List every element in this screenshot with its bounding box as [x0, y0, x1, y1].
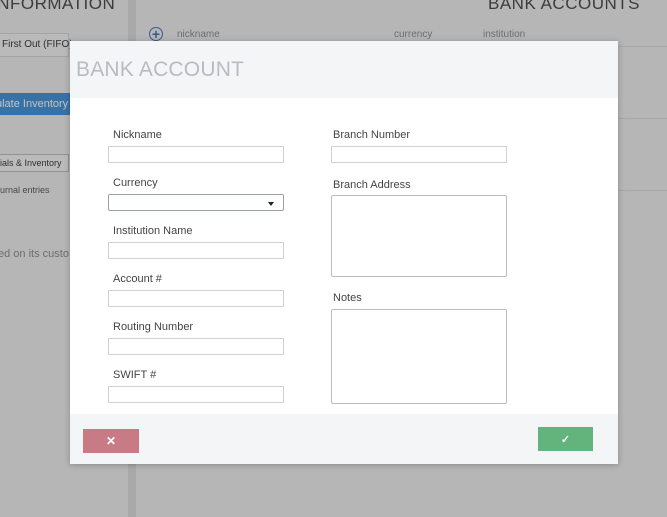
- save-button[interactable]: ✓: [538, 427, 593, 451]
- account-number-label: Account #: [113, 273, 162, 285]
- branch-address-textarea[interactable]: [331, 195, 507, 277]
- swift-label: SWIFT #: [113, 369, 157, 381]
- institution-name-label: Institution Name: [113, 225, 193, 237]
- routing-number-input[interactable]: [108, 338, 284, 355]
- swift-input[interactable]: [108, 386, 284, 403]
- currency-select[interactable]: [108, 194, 284, 211]
- notes-textarea[interactable]: [331, 309, 507, 404]
- notes-label: Notes: [333, 292, 362, 304]
- account-number-input[interactable]: [108, 290, 284, 307]
- routing-number-label: Routing Number: [113, 321, 194, 333]
- branch-number-input[interactable]: [331, 146, 507, 163]
- branch-address-label: Branch Address: [333, 179, 411, 191]
- dialog-footer: ✕ ✓: [70, 414, 618, 464]
- nickname-input[interactable]: [108, 146, 284, 163]
- dialog-title: BANK ACCOUNT: [76, 58, 245, 81]
- close-icon: ✕: [105, 434, 117, 448]
- institution-name-input[interactable]: [108, 242, 284, 259]
- check-icon: ✓: [560, 433, 571, 446]
- dialog-header: BANK ACCOUNT: [70, 41, 618, 98]
- nickname-label: Nickname: [113, 129, 162, 141]
- bank-account-dialog: BANK ACCOUNT Nickname Currency Instituti…: [70, 41, 618, 464]
- chevron-down-icon: [268, 202, 274, 206]
- currency-label: Currency: [113, 177, 158, 189]
- branch-number-label: Branch Number: [333, 129, 411, 141]
- cancel-button[interactable]: ✕: [83, 429, 139, 453]
